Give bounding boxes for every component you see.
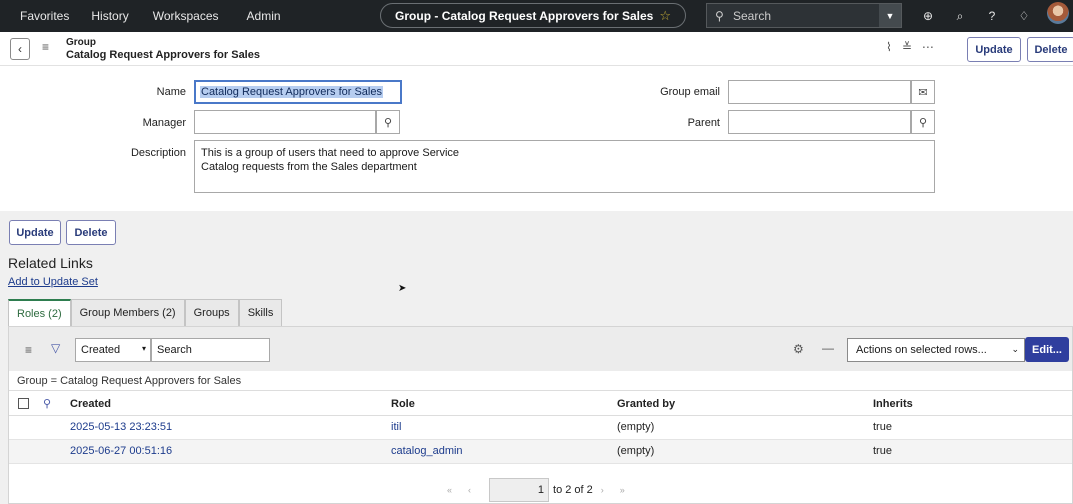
nav-history[interactable]: History xyxy=(91,9,128,23)
parent-label: Parent xyxy=(687,117,720,129)
back-button[interactable]: ‹ xyxy=(10,38,30,60)
search-field-select-value: Created xyxy=(81,344,121,356)
email-icon[interactable]: ✉ xyxy=(911,80,935,104)
nav-menu: Favorites History Workspaces Admin xyxy=(0,0,281,32)
chevron-down-icon: ⌄ xyxy=(1011,344,1019,354)
group-email-label: Group email xyxy=(660,86,720,98)
manager-label: Manager xyxy=(142,117,186,129)
record-name: Catalog Request Approvers for Sales xyxy=(66,49,260,61)
form-menu-icon[interactable]: ≡ xyxy=(42,40,49,54)
tab-roles[interactable]: Roles (2) xyxy=(8,299,71,326)
table-row: 2025-05-13 23:23:51 itil (empty) true xyxy=(9,416,1072,440)
gear-icon[interactable]: ⚙ xyxy=(793,342,804,356)
cell-inherits: true xyxy=(873,421,892,433)
description-label: Description xyxy=(130,147,186,159)
delete-button[interactable]: Delete xyxy=(66,220,116,245)
manager-lookup-icon[interactable]: ⚲ xyxy=(376,110,400,134)
page-total: to 2 of 2 xyxy=(553,484,593,496)
mouse-cursor-icon: ➤ xyxy=(398,283,407,294)
avatar[interactable] xyxy=(1047,2,1069,24)
page-number-input[interactable]: 1 xyxy=(489,478,550,502)
edit-button[interactable]: Edit... xyxy=(1025,337,1069,362)
cell-created[interactable]: 2025-06-27 00:51:16 xyxy=(70,445,172,457)
header-icons: ⌇ ≚ ⋯ xyxy=(886,40,934,54)
search-scope-dropdown[interactable]: ▼ xyxy=(879,4,901,27)
record-title: Group - Catalog Request Approvers for Sa… xyxy=(395,8,654,23)
first-page-icon[interactable]: « xyxy=(447,485,452,495)
more-icon[interactable]: ⋯ xyxy=(922,40,934,54)
list-search-input[interactable]: Search xyxy=(151,338,270,362)
record-type: Group xyxy=(66,37,96,48)
globe-icon[interactable]: ⊕ xyxy=(912,9,944,23)
help-icon[interactable]: ? xyxy=(976,9,1008,23)
table-header: ⚲ Created Role Granted by Inherits xyxy=(9,390,1072,416)
last-page-icon[interactable]: » xyxy=(620,485,625,495)
related-links-title: Related Links xyxy=(8,255,93,271)
filter-icon[interactable]: ▽ xyxy=(51,341,60,355)
cell-granted-by: (empty) xyxy=(617,445,655,457)
star-icon[interactable]: ☆ xyxy=(659,8,671,24)
update-button-header[interactable]: Update xyxy=(967,37,1021,62)
next-page-icon[interactable]: › xyxy=(601,485,604,495)
column-created[interactable]: Created xyxy=(70,398,111,410)
top-navigation: Favorites History Workspaces Admin Group… xyxy=(0,0,1073,32)
cell-inherits: true xyxy=(873,445,892,457)
cell-created[interactable]: 2025-05-13 23:23:51 xyxy=(70,421,172,433)
breadcrumb[interactable]: Group = Catalog Request Approvers for Sa… xyxy=(17,375,241,387)
search-icon: ⚲ xyxy=(715,8,724,23)
description-field[interactable]: This is a group of users that need to ap… xyxy=(194,140,935,193)
nav-admin[interactable]: Admin xyxy=(247,9,281,23)
roles-list-panel: ≡ ▽ Created ▾ Search ⚙ — Actions on sele… xyxy=(8,326,1073,504)
actions-select-value: Actions on selected rows... xyxy=(856,344,987,356)
list-toolbar: ≡ ▽ Created ▾ Search ⚙ — Actions on sele… xyxy=(9,327,1072,371)
name-field-value: Catalog Request Approvers for Sales xyxy=(200,86,383,98)
search-field-select[interactable]: Created ▾ xyxy=(75,338,151,362)
column-granted-by[interactable]: Granted by xyxy=(617,398,675,410)
chat-icon[interactable]: ⌕ xyxy=(944,9,976,24)
global-search[interactable]: ⚲ Search ▼ xyxy=(706,3,902,28)
collapse-icon[interactable]: — xyxy=(822,341,834,355)
cell-granted-by: (empty) xyxy=(617,421,655,433)
nav-favorites[interactable]: Favorites xyxy=(20,9,69,23)
name-field[interactable]: Catalog Request Approvers for Sales xyxy=(194,80,402,104)
manager-field[interactable] xyxy=(194,110,376,134)
chevron-left-icon: ‹ xyxy=(18,42,22,56)
table-row: 2025-06-27 00:51:16 catalog_admin (empty… xyxy=(9,440,1072,464)
actions-select[interactable]: Actions on selected rows... ⌄ xyxy=(847,338,1025,362)
bell-icon[interactable]: ♢ xyxy=(1008,9,1040,23)
update-button[interactable]: Update xyxy=(9,220,61,245)
record-title-pill[interactable]: Group - Catalog Request Approvers for Sa… xyxy=(380,3,686,28)
group-email-field[interactable] xyxy=(728,80,911,104)
tab-groups[interactable]: Groups xyxy=(184,299,239,326)
nav-workspaces[interactable]: Workspaces xyxy=(153,9,219,23)
cell-role[interactable]: itil xyxy=(391,421,401,433)
tab-group-members[interactable]: Group Members (2) xyxy=(70,299,185,326)
parent-lookup-icon[interactable]: ⚲ xyxy=(911,110,935,134)
nav-icon-group: ⊕ ⌕ ? ♢ xyxy=(912,0,1040,32)
add-to-update-set-link[interactable]: Add to Update Set xyxy=(8,276,98,288)
name-label: Name xyxy=(156,86,186,98)
settings-sliders-icon[interactable]: ≚ xyxy=(902,40,912,54)
paperclip-icon[interactable]: ⌇ xyxy=(886,40,892,54)
column-search-icon[interactable]: ⚲ xyxy=(43,397,51,410)
pagination: « ‹ 1 to 2 of 2 › » xyxy=(439,478,633,502)
prev-page-icon[interactable]: ‹ xyxy=(468,485,471,495)
column-inherits[interactable]: Inherits xyxy=(873,398,913,410)
related-list-tabs: Roles (2) Group Members (2) Groups Skill… xyxy=(8,299,283,326)
parent-field[interactable] xyxy=(728,110,911,134)
tab-skills[interactable]: Skills xyxy=(238,299,283,326)
delete-button-header[interactable]: Delete xyxy=(1027,37,1073,62)
select-all-checkbox[interactable] xyxy=(18,398,29,409)
list-menu-icon[interactable]: ≡ xyxy=(25,343,32,357)
chevron-down-icon: ▾ xyxy=(141,344,146,353)
form-header: ‹ ≡ Group Catalog Request Approvers for … xyxy=(0,32,1073,66)
cell-role[interactable]: catalog_admin xyxy=(391,445,463,457)
global-search-input[interactable]: Search xyxy=(733,9,879,23)
column-role[interactable]: Role xyxy=(391,398,415,410)
